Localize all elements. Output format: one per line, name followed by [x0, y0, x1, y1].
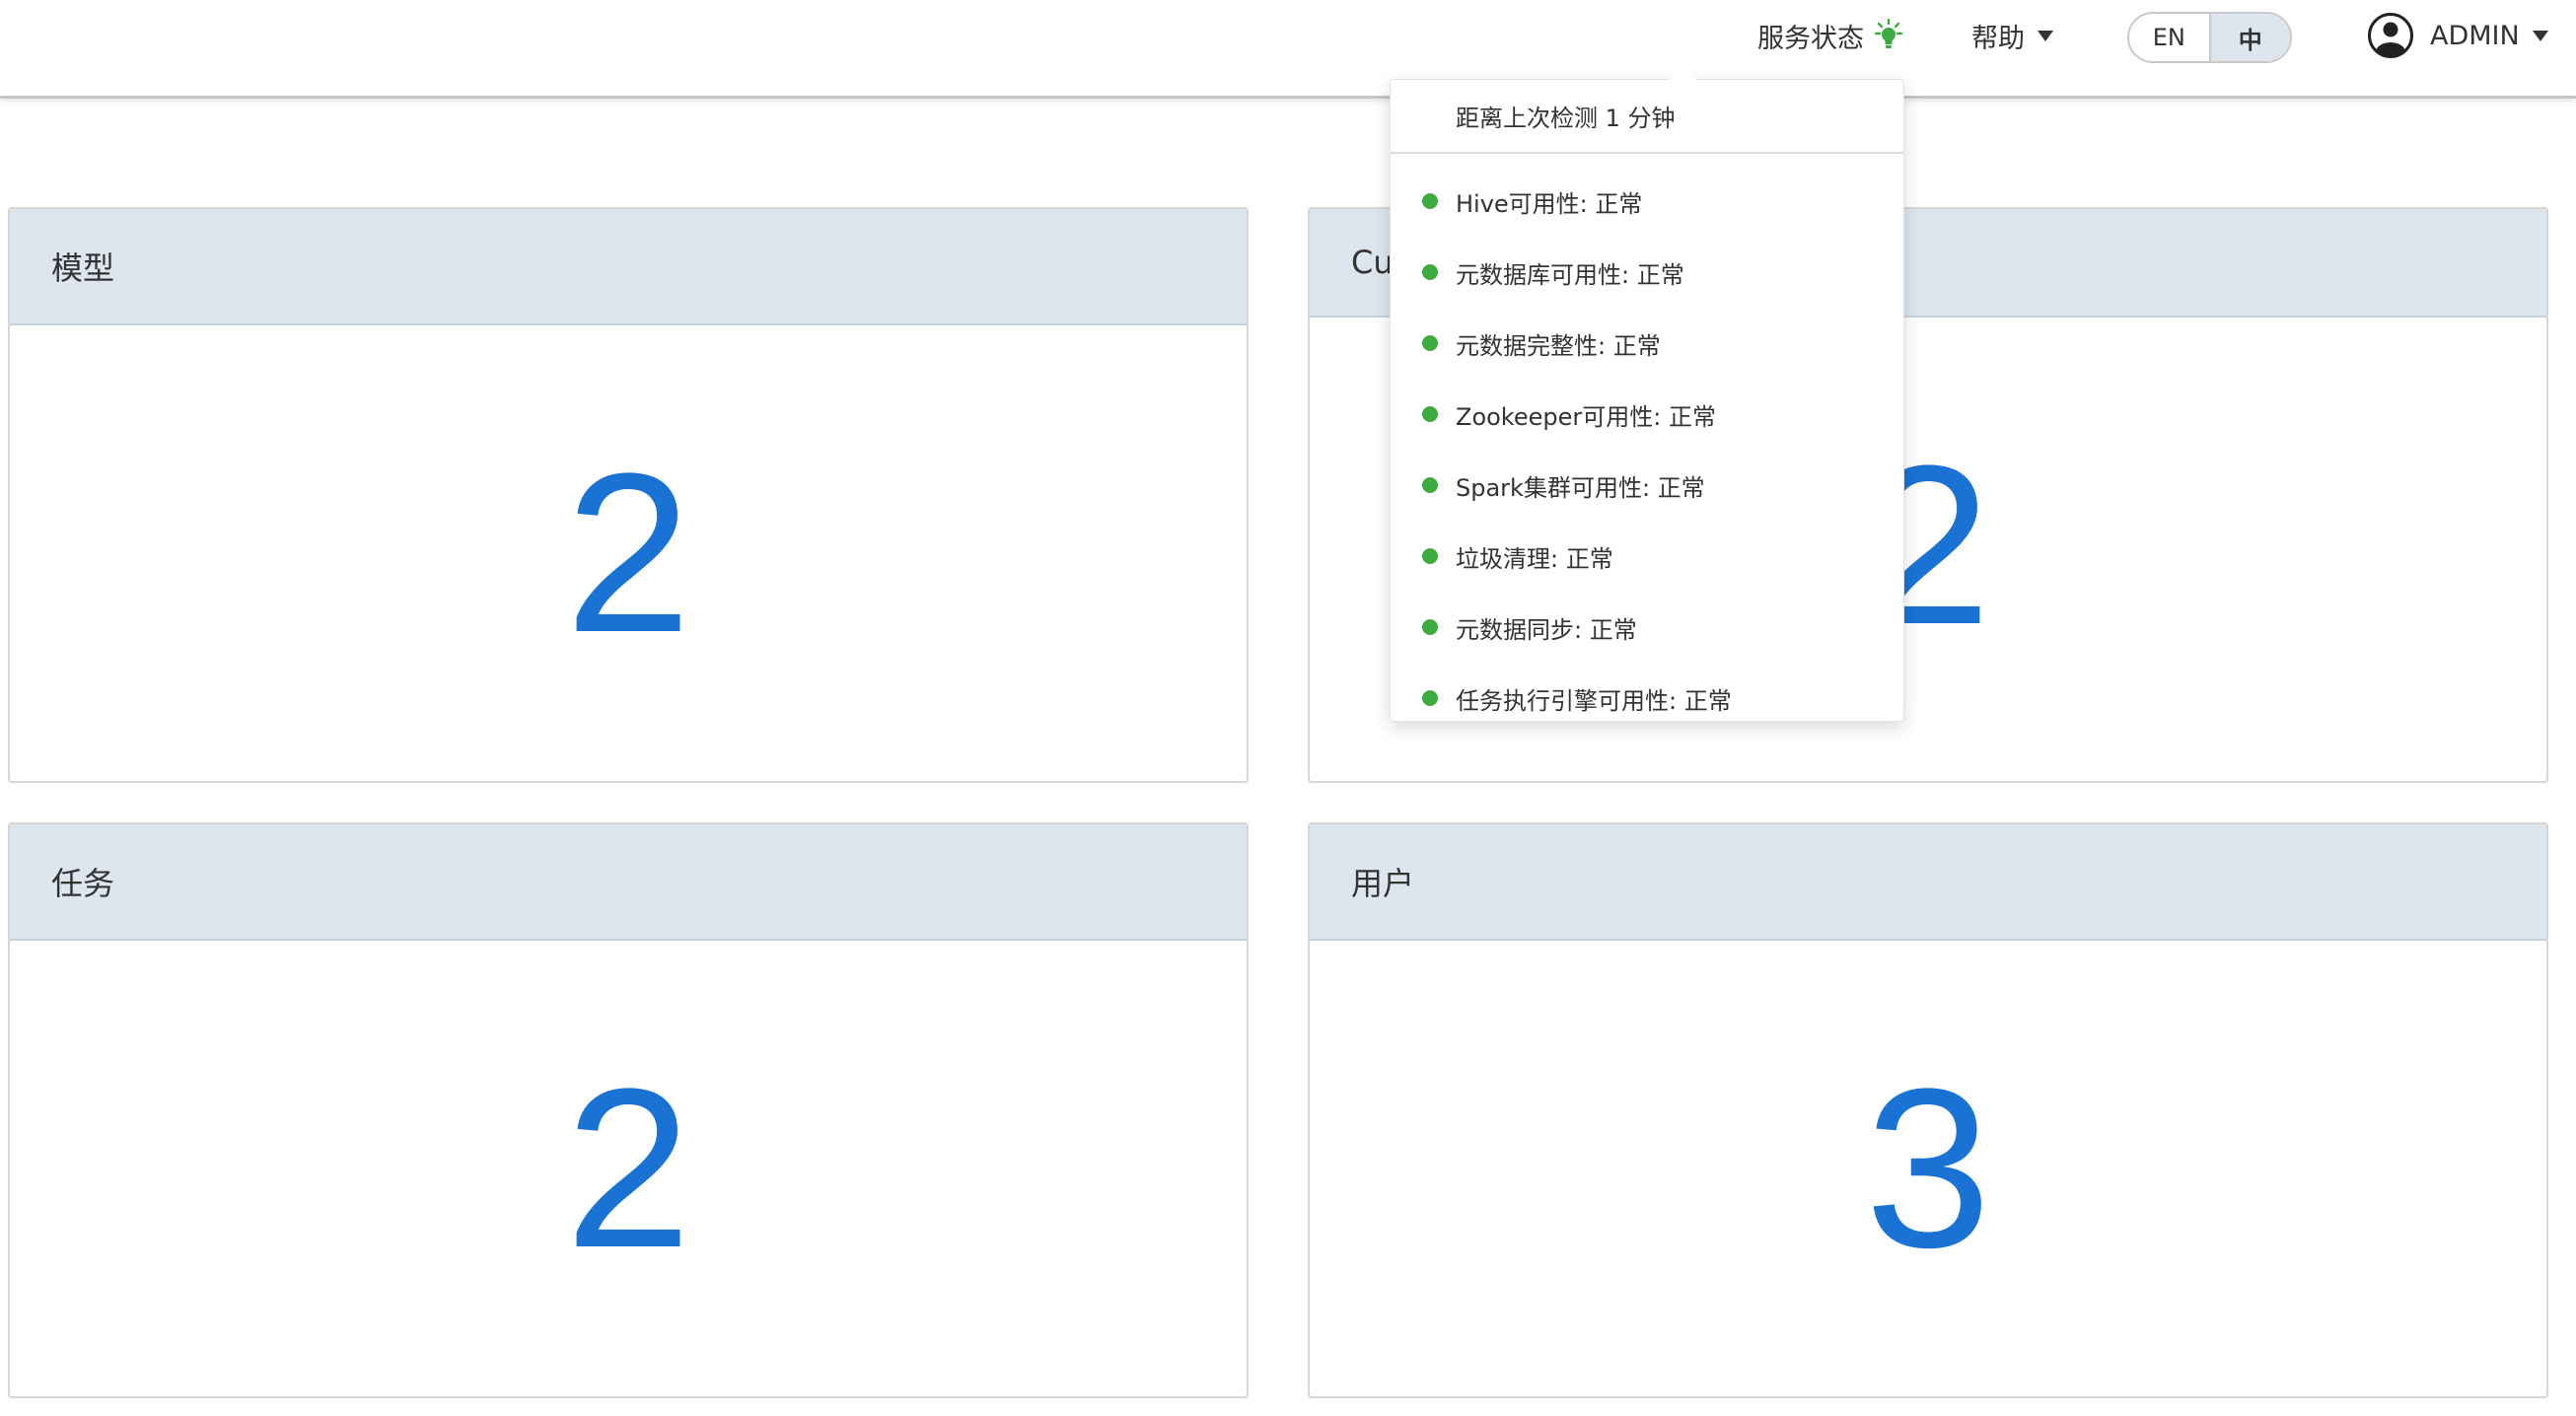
- language-toggle: EN 中: [2127, 12, 2292, 63]
- card-count: 2: [565, 1041, 691, 1295]
- lang-zh-button[interactable]: 中: [2208, 14, 2290, 61]
- top-navbar: 服务状态 帮助 EN 中 ADMIN: [0, 0, 2576, 99]
- status-item-metadata-integrity: 元数据完整性: 正常: [1391, 308, 1903, 379]
- caret-down-icon: [2038, 30, 2053, 41]
- dashboard-page: 服务状态 帮助 EN 中 ADMIN 模型 2 Cu 2 任务 2 用户 3 距…: [0, 0, 2576, 1416]
- status-item-text: 任务执行引擎可用性: 正常: [1456, 686, 1732, 715]
- card-title: 模型: [10, 209, 1247, 325]
- status-item-job-engine: 任务执行引擎可用性: 正常: [1391, 663, 1903, 734]
- card-count: 3: [1865, 1041, 1991, 1295]
- status-item-metastore: 元数据库可用性: 正常: [1391, 237, 1903, 308]
- service-status-menu[interactable]: 服务状态: [1757, 14, 1903, 57]
- service-status-dropdown: 距离上次检测 1 分钟 Hive可用性: 正常 元数据库可用性: 正常 元数据完…: [1390, 66, 1904, 722]
- status-item-garbage-cleanup: 垃圾清理: 正常: [1391, 521, 1903, 592]
- user-name: ADMIN: [2430, 20, 2520, 51]
- user-menu[interactable]: ADMIN: [2367, 13, 2548, 58]
- job-card[interactable]: 任务 2: [8, 822, 1249, 1398]
- model-card[interactable]: 模型 2: [8, 207, 1249, 783]
- last-check-text: 距离上次检测 1 分钟: [1391, 80, 1903, 154]
- status-ok-dot: [1422, 690, 1438, 706]
- status-ok-dot: [1422, 335, 1438, 351]
- status-ok-dot: [1422, 548, 1438, 564]
- card-title: 任务: [10, 824, 1247, 941]
- status-item-text: 元数据库可用性: 正常: [1456, 260, 1684, 289]
- caret-down-icon: [2532, 30, 2548, 41]
- status-item-spark: Spark集群可用性: 正常: [1391, 450, 1903, 521]
- user-avatar-icon: [2368, 13, 2413, 58]
- lightbulb-icon: [1874, 19, 1903, 48]
- status-item-text: 元数据同步: 正常: [1456, 615, 1637, 644]
- service-status-list: Hive可用性: 正常 元数据库可用性: 正常 元数据完整性: 正常 Zooke…: [1391, 154, 1903, 734]
- service-status-label: 服务状态: [1757, 23, 1864, 54]
- status-ok-dot: [1422, 406, 1438, 422]
- status-ok-dot: [1422, 193, 1438, 209]
- status-item-text: 元数据完整性: 正常: [1456, 331, 1661, 360]
- card-title: 用户: [1310, 824, 2546, 941]
- status-ok-dot: [1422, 264, 1438, 280]
- card-count: 2: [565, 426, 691, 679]
- help-menu[interactable]: 帮助: [1971, 14, 2053, 57]
- status-ok-dot: [1422, 477, 1438, 493]
- status-item-text: Hive可用性: 正常: [1456, 189, 1643, 218]
- status-item-zookeeper: Zookeeper可用性: 正常: [1391, 379, 1903, 450]
- user-card[interactable]: 用户 3: [1308, 822, 2548, 1398]
- status-item-hive: Hive可用性: 正常: [1391, 166, 1903, 237]
- status-ok-dot: [1422, 619, 1438, 635]
- help-label: 帮助: [1971, 23, 2025, 54]
- status-item-text: Spark集群可用性: 正常: [1456, 473, 1705, 502]
- status-item-text: Zookeeper可用性: 正常: [1456, 402, 1716, 431]
- status-item-metadata-sync: 元数据同步: 正常: [1391, 592, 1903, 663]
- lang-en-button[interactable]: EN: [2129, 14, 2209, 61]
- status-item-text: 垃圾清理: 正常: [1456, 544, 1613, 573]
